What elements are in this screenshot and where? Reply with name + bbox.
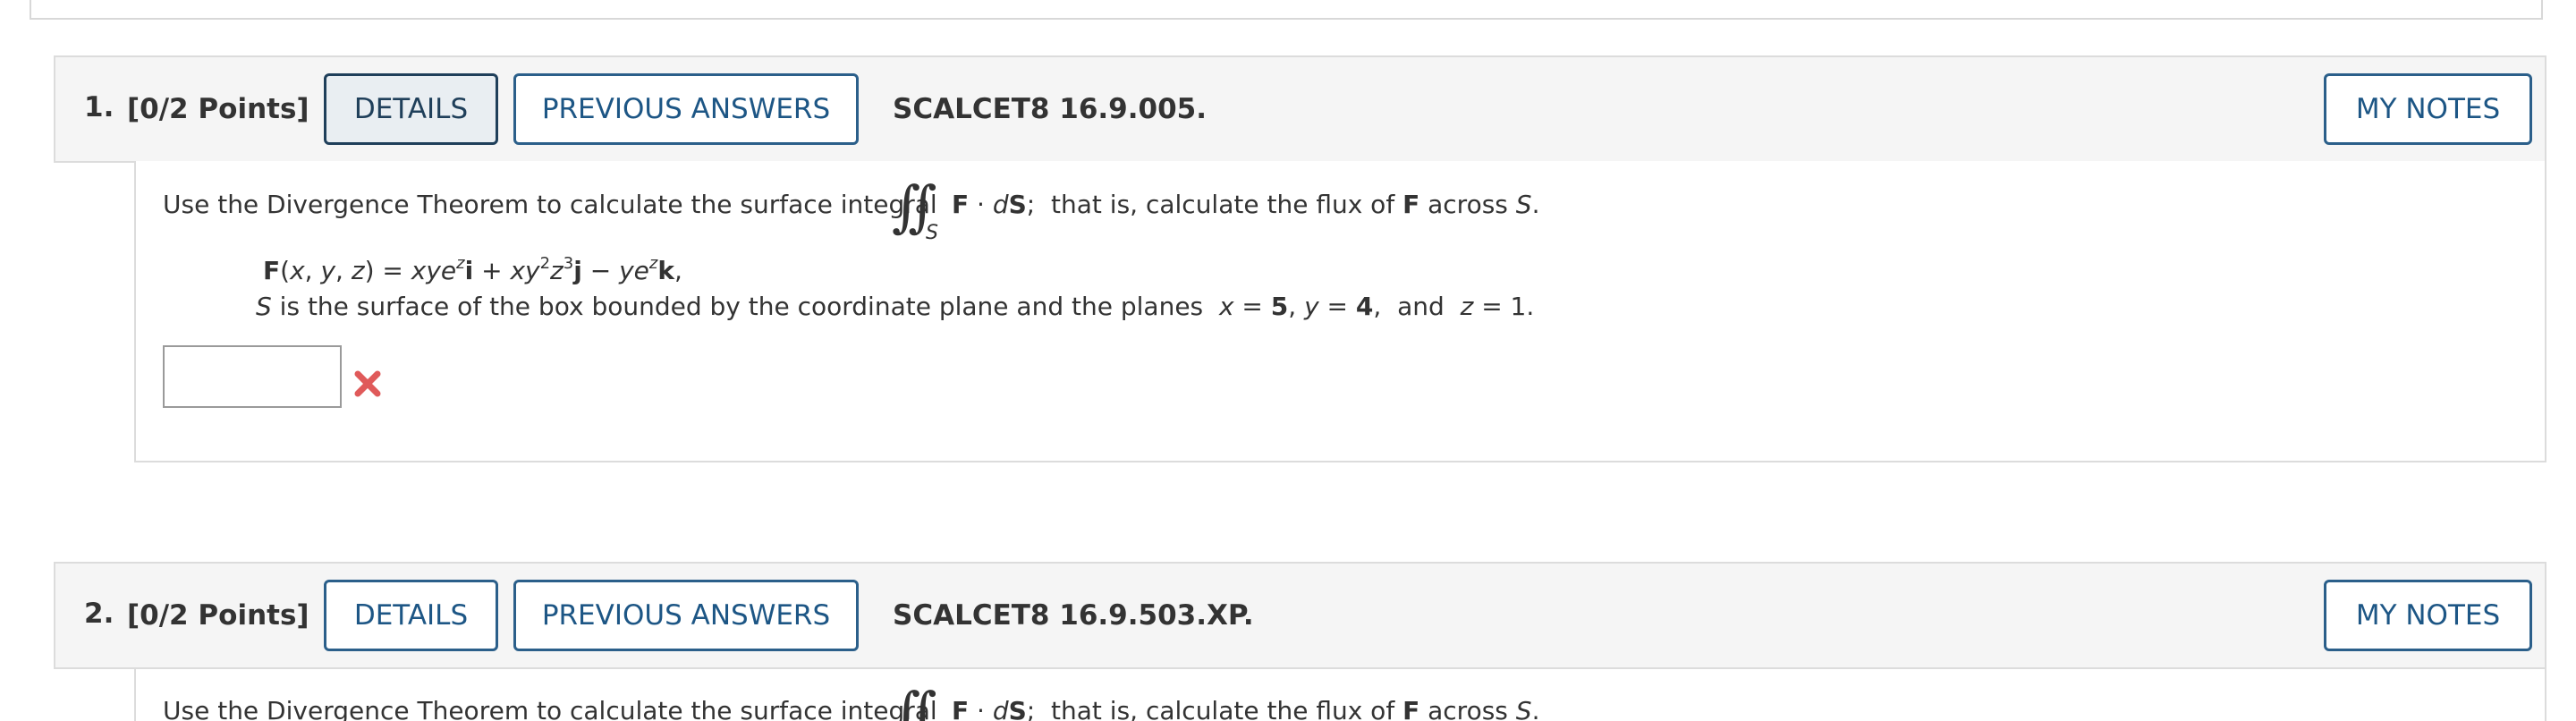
- integral-subscript: S: [926, 222, 938, 244]
- question-points: [0/2 Points]: [127, 599, 309, 632]
- question-code: SCALCET8 16.9.503.XP.: [893, 599, 1254, 632]
- question-1-header: 1. [0/2 Points] DETAILS PREVIOUS ANSWERS…: [54, 55, 2546, 163]
- my-notes-button[interactable]: MY NOTES: [2324, 73, 2532, 145]
- question-code: SCALCET8 16.9.005.: [893, 93, 1208, 125]
- details-button[interactable]: DETAILS: [324, 580, 498, 651]
- answer-input[interactable]: [163, 345, 342, 408]
- details-button[interactable]: DETAILS: [324, 73, 498, 145]
- previous-answers-button[interactable]: PREVIOUS ANSWERS: [513, 73, 859, 145]
- question-number: 2.: [84, 598, 114, 630]
- question-1-body: Use the Divergence Theorem to calculate …: [134, 161, 2546, 462]
- question-intro-text: Use the Divergence Theorem to calculate …: [163, 190, 937, 219]
- question-intro-text: Use the Divergence Theorem to calculate …: [163, 696, 937, 721]
- integral-description: F · dS; that is, calculate the flux of F…: [952, 696, 1540, 721]
- question-points: [0/2 Points]: [127, 93, 309, 125]
- surface-description: S is the surface of the box bounded by t…: [256, 292, 1535, 321]
- surface-integral-symbol: ∫∫: [892, 680, 936, 721]
- cross-icon: [354, 370, 381, 397]
- question-2-body: Use the Divergence Theorem to calculate …: [134, 667, 2546, 721]
- question-2-header: 2. [0/2 Points] DETAILS PREVIOUS ANSWERS…: [54, 562, 2546, 669]
- surface-integral-symbol: ∫∫: [892, 174, 936, 239]
- integral-description: F · dS; that is, calculate the flux of F…: [952, 190, 1540, 219]
- my-notes-button[interactable]: MY NOTES: [2324, 580, 2532, 651]
- question-number: 1.: [84, 91, 114, 123]
- previous-answers-button[interactable]: PREVIOUS ANSWERS: [513, 580, 859, 651]
- vector-field-definition: F(x, y, z) = xyezi + xy2z3j − yezk,: [263, 254, 682, 286]
- previous-question-frame: [30, 0, 2543, 20]
